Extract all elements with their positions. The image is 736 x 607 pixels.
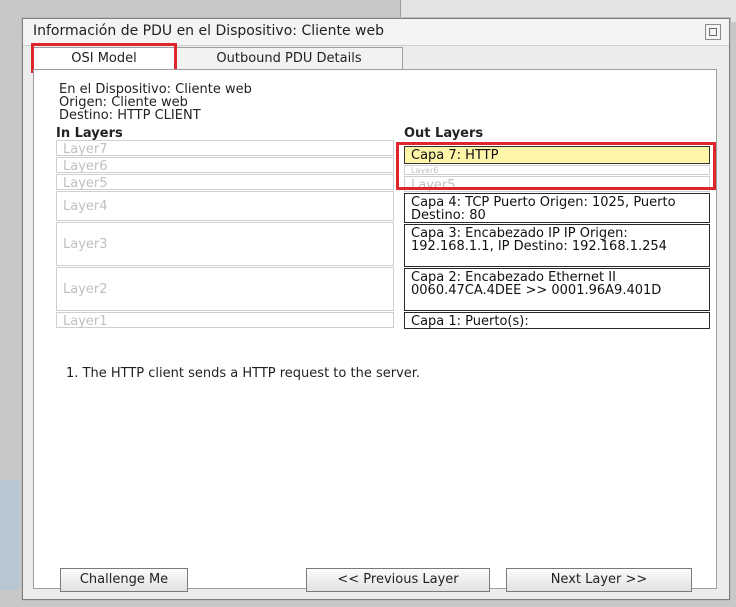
in-layer-2[interactable]: Layer2 bbox=[56, 267, 394, 311]
next-layer-button[interactable]: Next Layer >> bbox=[506, 568, 692, 592]
in-layer-1[interactable]: Layer1 bbox=[56, 312, 394, 328]
dialog-titlebar[interactable]: Información de PDU en el Dispositivo: Cl… bbox=[23, 19, 729, 46]
in-layer-6[interactable]: Layer6 bbox=[56, 157, 394, 173]
osi-model-panel: En el Dispositivo: Cliente web Origen: C… bbox=[33, 69, 717, 592]
out-layer-3[interactable]: Capa 3: Encabezado IP IP Origen: 192.168… bbox=[404, 224, 710, 267]
previous-layer-button[interactable]: << Previous Layer bbox=[306, 568, 490, 592]
pdu-info-dialog: Información de PDU en el Dispositivo: Cl… bbox=[22, 18, 730, 600]
in-layer-4[interactable]: Layer4 bbox=[56, 191, 394, 221]
out-layer-4[interactable]: Capa 4: TCP Puerto Origen: 1025, Puerto … bbox=[404, 193, 710, 223]
tab-outbound-pdu-details[interactable]: Outbound PDU Details bbox=[175, 47, 403, 70]
challenge-me-button[interactable]: Challenge Me bbox=[60, 568, 188, 592]
in-layer-7[interactable]: Layer7 bbox=[56, 140, 394, 156]
restore-icon[interactable] bbox=[705, 24, 721, 40]
out-layers-header: Out Layers bbox=[404, 126, 484, 141]
in-layer-3[interactable]: Layer3 bbox=[56, 222, 394, 266]
in-layer-5[interactable]: Layer5 bbox=[56, 174, 394, 190]
out-layer-1[interactable]: Capa 1: Puerto(s): bbox=[404, 312, 710, 329]
out-layer-2[interactable]: Capa 2: Encabezado Ethernet II 0060.47CA… bbox=[404, 268, 710, 311]
dialog-title: Información de PDU en el Dispositivo: Cl… bbox=[33, 23, 384, 39]
background-side-panel bbox=[0, 480, 20, 590]
annotation-highlight-out-layer bbox=[396, 142, 716, 190]
in-layers-header: In Layers bbox=[56, 126, 123, 141]
destination-info: Destino: HTTP CLIENT bbox=[59, 108, 201, 123]
step-description: 1. The HTTP client sends a HTTP request … bbox=[66, 366, 421, 381]
